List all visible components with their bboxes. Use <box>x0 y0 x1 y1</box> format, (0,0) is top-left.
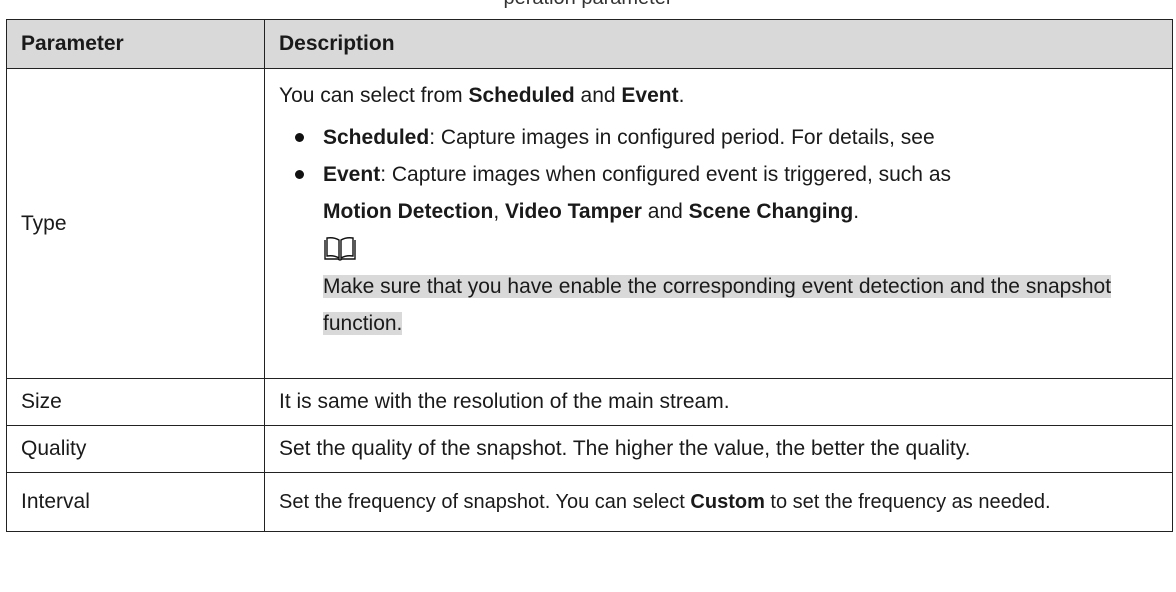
parameter-table: Parameter Description Type You can selec… <box>6 19 1173 532</box>
term-custom: Custom <box>690 491 765 513</box>
parameter-name-cell: Interval <box>6 472 265 532</box>
table-row: Quality Set the quality of the snapshot.… <box>6 425 1173 473</box>
note-block: Make sure that you have enable the corre… <box>279 236 1172 342</box>
description-cell: It is same with the resolution of the ma… <box>264 378 1173 426</box>
intro-text: and <box>574 84 622 107</box>
list-item: Scheduled: Capture images in configured … <box>279 119 1172 156</box>
separator-text: , <box>493 200 505 223</box>
note-text: Make sure that you have enable the corre… <box>323 275 1112 335</box>
list-item: Event: Capture images when configured ev… <box>279 156 1172 230</box>
intro-term-scheduled: Scheduled <box>468 84 575 107</box>
option-term-event: Event <box>323 163 381 186</box>
parameter-name-cell: Type <box>6 68 265 379</box>
intro-text: . <box>678 84 685 107</box>
separator-text: and <box>641 200 689 223</box>
parameter-name-cell: Quality <box>6 425 265 473</box>
bullet-icon <box>295 170 304 179</box>
option-term-scheduled: Scheduled <box>323 126 430 149</box>
intro-term-event: Event <box>621 84 679 107</box>
parameter-name-cell: Size <box>6 378 265 426</box>
table-row: Interval Set the frequency of snapshot. … <box>6 472 1173 532</box>
separator-text: . <box>853 200 860 223</box>
bullet-icon <box>295 133 304 142</box>
type-options-list: Scheduled: Capture images in configured … <box>279 119 1172 230</box>
example-motion-detection: Motion Detection <box>323 200 494 223</box>
table-row: Type You can select from Scheduled and E… <box>6 68 1173 379</box>
option-text: : Capture images in configured period. F… <box>429 126 935 149</box>
table-row: Size It is same with the resolution of t… <box>6 378 1173 426</box>
type-intro: You can select from Scheduled and Event. <box>279 77 1172 114</box>
desc-text: to set the frequency as needed. <box>764 491 1051 513</box>
description-cell: Set the frequency of snapshot. You can s… <box>264 472 1173 532</box>
option-text: : Capture images when configured event i… <box>380 163 952 186</box>
desc-text: Set the frequency of snapshot. You can s… <box>279 491 691 513</box>
column-header-description: Description <box>264 19 1173 69</box>
book-note-icon <box>324 237 356 261</box>
column-header-parameter: Parameter <box>6 19 265 69</box>
table-header-row: Parameter Description <box>6 19 1173 69</box>
description-cell: Set the quality of the snapshot. The hig… <box>264 425 1173 473</box>
example-video-tamper: Video Tamper <box>505 200 642 223</box>
intro-text: You can select from <box>279 84 469 107</box>
page-title-fragment: peration parameter <box>0 0 1176 10</box>
example-scene-changing: Scene Changing <box>688 200 854 223</box>
description-cell: You can select from Scheduled and Event.… <box>264 68 1173 379</box>
